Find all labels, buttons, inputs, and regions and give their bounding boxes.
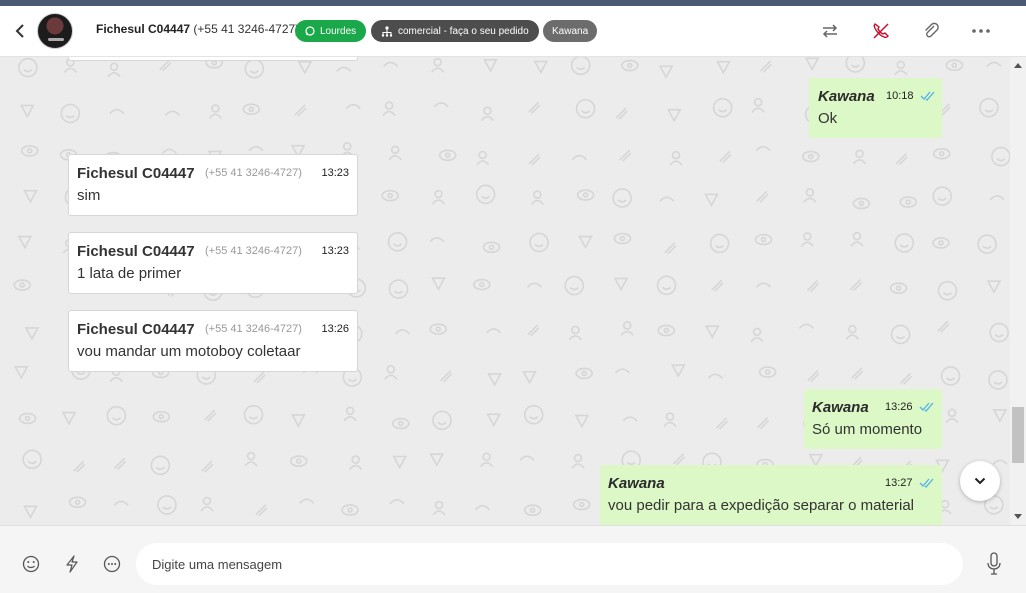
message-text: vou pedir para a expedição separar o mat…	[608, 497, 915, 514]
microphone-icon	[987, 552, 1001, 575]
transfer-button[interactable]	[818, 19, 842, 43]
message-outgoing[interactable]: Kawana 13:27 vou pedir para a expedição …	[600, 465, 942, 525]
message-composer	[0, 525, 1026, 593]
message-sender: Fichesul C04447	[77, 321, 195, 338]
attach-button[interactable]	[919, 19, 943, 43]
double-check-icon	[920, 91, 935, 101]
message-text: 1 lata de primer	[77, 265, 182, 282]
scroll-to-bottom-button[interactable]	[960, 461, 1000, 501]
message-time: 13:27	[885, 477, 913, 489]
avatar[interactable]	[37, 13, 73, 49]
message-sender-phone: (+55 41 3246-4727)	[205, 245, 302, 257]
lightning-icon	[66, 555, 78, 573]
paperclip-icon	[925, 22, 939, 38]
end-call-button[interactable]	[869, 19, 893, 43]
phone-off-icon	[873, 23, 889, 39]
contact-phone: (+55 41 3246-4727)	[193, 22, 300, 36]
message-input[interactable]	[136, 543, 963, 585]
message-time: 13:26	[885, 401, 913, 413]
contact-name: Fichesul C04447	[96, 22, 191, 36]
message-sender: Kawana	[608, 475, 665, 492]
voice-record-button[interactable]	[984, 552, 1004, 576]
queue-tag[interactable]: comercial - faça o seu pedido	[371, 20, 539, 42]
queue-tag-label: comercial - faça o seu pedido	[398, 25, 529, 37]
chat-bubble-icon	[103, 555, 121, 573]
message-text: vou mandar um motoboy coletaar	[77, 343, 301, 360]
user-tag[interactable]: Kawana	[543, 20, 598, 42]
double-check-icon	[919, 478, 934, 488]
message-text: Ok	[818, 110, 838, 127]
templates-button[interactable]	[102, 554, 122, 574]
message-sender: Kawana	[812, 399, 869, 416]
message-sender: Fichesul C04447	[77, 243, 195, 260]
double-check-icon	[919, 402, 934, 412]
back-button[interactable]	[10, 20, 30, 42]
chat-scrollbar[interactable]	[1010, 57, 1026, 525]
message-text: sim	[77, 187, 101, 204]
message-time: 10:18	[886, 90, 914, 102]
message-incoming[interactable]: Fichesul C04447 (+55 41 3246-4727) 13:23…	[68, 232, 358, 294]
contact-title: Fichesul C04447 (+55 41 3246-4727)	[96, 22, 299, 36]
scroll-down-arrow[interactable]	[1014, 514, 1022, 519]
scroll-up-arrow[interactable]	[1014, 63, 1022, 68]
message-text: Só um momento	[812, 421, 923, 438]
chevron-left-icon	[15, 24, 24, 38]
whatsapp-icon	[305, 26, 315, 36]
more-options-button[interactable]	[969, 19, 993, 43]
smiley-icon	[22, 555, 40, 573]
message-time: 13:23	[321, 167, 349, 179]
swap-arrows-icon	[822, 24, 838, 38]
message-sender-phone: (+55 41 3246-4727)	[205, 167, 302, 179]
message-time: 13:26	[321, 323, 349, 335]
user-tag-label: Kawana	[552, 25, 589, 37]
message-sender-phone: (+55 41 3246-4727)	[205, 323, 302, 335]
message-incoming[interactable]: Fichesul C04447 (+55 41 3246-4727) 13:26…	[68, 310, 358, 372]
message-outgoing[interactable]: Kawana 13:26 Só um momento	[804, 389, 942, 449]
message-outgoing[interactable]: Kawana 10:18 Ok	[809, 78, 942, 138]
message-sender: Fichesul C04447	[77, 165, 195, 182]
ellipsis-icon	[972, 29, 990, 33]
quick-reply-button[interactable]	[62, 554, 82, 574]
message-time: 13:23	[321, 245, 349, 257]
agent-tag-label: Lourdes	[320, 25, 357, 37]
message-sender: Kawana	[818, 88, 875, 105]
chat-header: Fichesul C04447 (+55 41 3246-4727) Lourd…	[0, 6, 1026, 57]
agent-tag[interactable]: Lourdes	[295, 20, 367, 42]
scrollbar-thumb[interactable]	[1012, 407, 1024, 463]
org-tree-icon	[381, 25, 393, 37]
emoji-button[interactable]	[21, 554, 41, 574]
chevron-down-icon	[974, 477, 986, 485]
previous-message-partial	[68, 57, 358, 61]
chat-area[interactable]: Kawana 10:18 Ok Fichesul C04447 (+55 41 …	[0, 57, 1010, 525]
message-incoming[interactable]: Fichesul C04447 (+55 41 3246-4727) 13:23…	[68, 154, 358, 216]
